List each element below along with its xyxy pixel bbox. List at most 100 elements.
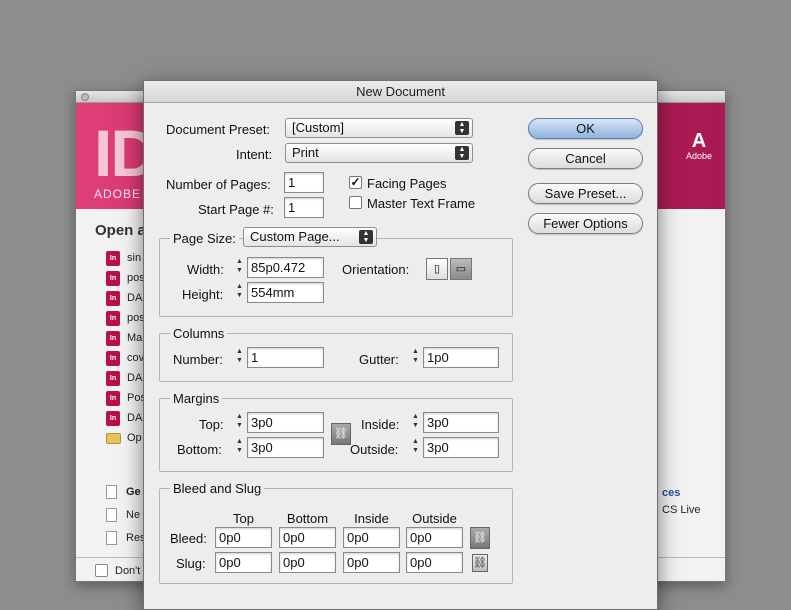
slug-top-input[interactable]: 0p0 [215, 552, 272, 573]
indesign-file-icon: In [106, 370, 120, 386]
indesign-file-icon: In [106, 350, 120, 366]
document-icon [106, 484, 117, 499]
top-stepper-icon[interactable]: ▲ ▼ [234, 412, 245, 433]
outside-margin-input[interactable]: 3p0 [423, 437, 499, 458]
ok-button[interactable]: OK [528, 118, 643, 139]
bleed-col-top: Top [233, 511, 254, 526]
columns-number-input[interactable]: 1 [247, 347, 324, 368]
start-page-label: Start Page #: [198, 202, 274, 217]
indesign-file-icon: In [106, 390, 120, 406]
adobe-logo-icon: A Adobe [685, 130, 713, 161]
recent-file-item[interactable]: In Ma [106, 328, 146, 348]
create-item[interactable]: Res [106, 526, 146, 549]
create-item[interactable]: Ge [106, 480, 146, 503]
select-arrows-icon: ▲ ▼ [455, 146, 469, 160]
master-text-frame-checkbox[interactable] [349, 196, 362, 209]
facing-pages-checkbox[interactable]: ✓ [349, 176, 362, 189]
new-document-dialog: New Document Document Preset: [Custom] ▲ ▼… [143, 80, 658, 610]
folder-icon [106, 432, 121, 444]
top-margin-input[interactable]: 3p0 [247, 412, 324, 433]
recent-file-item[interactable]: In pos [106, 268, 146, 288]
document-preset-select[interactable]: [Custom] ▲ ▼ [285, 118, 473, 138]
create-item[interactable]: Ne [106, 503, 146, 526]
height-stepper-icon[interactable]: ▲ ▼ [234, 282, 245, 303]
bleed-inside-input[interactable]: 0p0 [343, 527, 400, 548]
height-input[interactable]: 554mm [247, 282, 324, 303]
number-of-pages-input[interactable]: 1 [284, 172, 324, 193]
bleed-bottom-input[interactable]: 0p0 [279, 527, 336, 548]
width-input[interactable]: 85p0.472 [247, 257, 324, 278]
top-label: Top: [199, 417, 224, 432]
slug-label: Slug: [176, 556, 206, 571]
open-item[interactable]: Op [106, 428, 146, 448]
bleed-label: Bleed: [170, 531, 207, 546]
gutter-label: Gutter: [359, 352, 399, 367]
resources-link[interactable]: ces [662, 487, 701, 499]
link-slug-chain-icon[interactable]: ⛓ [472, 554, 488, 572]
slug-inside-input[interactable]: 0p0 [343, 552, 400, 573]
resources-links: ces CS Live [662, 487, 701, 516]
bottom-label: Bottom: [177, 442, 222, 457]
page-size-label: Page Size: [170, 231, 239, 246]
link-bleed-chain-icon[interactable]: ⛓ [470, 527, 490, 549]
gutter-stepper-icon[interactable]: ▲ ▼ [410, 347, 421, 368]
number-label: Number: [173, 352, 223, 367]
indesign-file-icon: In [106, 250, 120, 266]
number-stepper-icon[interactable]: ▲ ▼ [234, 347, 245, 368]
intent-select[interactable]: Print ▲ ▼ [285, 143, 473, 163]
cancel-button[interactable]: Cancel [528, 148, 643, 169]
bleed-col-outside: Outside [412, 511, 457, 526]
select-arrows-icon: ▲ ▼ [455, 121, 469, 135]
window-close-dot[interactable] [81, 93, 89, 101]
inside-stepper-icon[interactable]: ▲ ▼ [410, 412, 421, 433]
recent-file-item[interactable]: In pos [106, 308, 146, 328]
adobe-brand-text: ADOBE [94, 187, 142, 201]
intent-label: Intent: [236, 147, 273, 162]
bleed-top-input[interactable]: 0p0 [215, 527, 272, 548]
recent-file-item[interactable]: In DA [106, 368, 146, 388]
height-label: Height: [182, 287, 224, 302]
slug-outside-input[interactable]: 0p0 [406, 552, 463, 573]
bleed-col-bottom: Bottom [286, 511, 329, 526]
dont-show-checkbox[interactable] [95, 564, 108, 577]
inside-label: Inside: [361, 417, 400, 432]
portrait-orientation-icon[interactable]: ▯ [426, 258, 448, 280]
outside-stepper-icon[interactable]: ▲ ▼ [410, 437, 421, 458]
create-new-list: Ge Ne Res [106, 480, 146, 549]
width-stepper-icon[interactable]: ▲ ▼ [234, 257, 245, 278]
recent-file-item[interactable]: In sin [106, 248, 146, 268]
master-text-frame-label: Master Text Frame [367, 196, 476, 211]
dont-show-again[interactable]: Don't [95, 564, 140, 577]
slug-bottom-input[interactable]: 0p0 [279, 552, 336, 573]
fewer-options-button[interactable]: Fewer Options [528, 213, 643, 234]
start-page-input[interactable]: 1 [284, 197, 324, 218]
columns-title: Columns [170, 326, 228, 341]
recent-file-item[interactable]: In cov [106, 348, 146, 368]
landscape-orientation-icon[interactable]: ▭ [450, 258, 472, 280]
recent-file-item[interactable]: In DA [106, 408, 146, 428]
page-size-select[interactable]: Custom Page... ▲ ▼ [243, 227, 377, 247]
recent-file-item[interactable]: In Pos [106, 388, 146, 408]
open-recent-heading: Open a [95, 222, 146, 239]
link-margins-chain-icon[interactable]: ⛓ [331, 423, 351, 445]
bleed-col-inside: Inside [354, 511, 389, 526]
number-of-pages-label: Number of Pages: [166, 177, 271, 192]
gutter-input[interactable]: 1p0 [423, 347, 499, 368]
indesign-file-icon: In [106, 290, 120, 306]
outside-label: Outside: [350, 442, 399, 457]
document-icon [106, 530, 117, 545]
bleed-slug-title: Bleed and Slug [170, 481, 265, 496]
bottom-stepper-icon[interactable]: ▲ ▼ [234, 437, 245, 458]
recent-files-list: In sin In pos In DA In pos In Ma In cov In DA I… [106, 248, 146, 448]
indesign-file-icon: In [106, 330, 120, 346]
bottom-margin-input[interactable]: 3p0 [247, 437, 324, 458]
indesign-file-icon: In [106, 270, 120, 286]
facing-pages-label: Facing Pages [367, 176, 447, 191]
margins-title: Margins [170, 391, 223, 406]
recent-file-item[interactable]: In DA [106, 288, 146, 308]
bleed-outside-input[interactable]: 0p0 [406, 527, 463, 548]
cs-live-link[interactable]: CS Live [662, 504, 701, 516]
dialog-title: New Document [144, 81, 657, 103]
save-preset-button[interactable]: Save Preset... [528, 183, 643, 204]
inside-margin-input[interactable]: 3p0 [423, 412, 499, 433]
